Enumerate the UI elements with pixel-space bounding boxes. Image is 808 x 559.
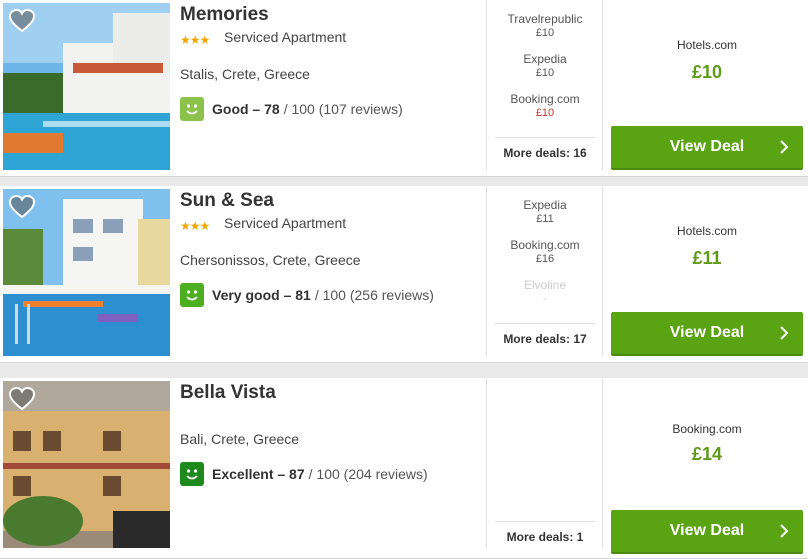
partner-prices: Expedia £11 Booking.com £16 Elvoline -: [495, 198, 595, 318]
view-deal-button[interactable]: View Deal: [611, 126, 803, 170]
hotel-photo[interactable]: [3, 381, 170, 548]
rating-label: Excellent – 87: [212, 466, 305, 482]
view-deal-label: View Deal: [669, 138, 745, 155]
partner-name: Booking.com: [510, 92, 580, 106]
accommodation-type: Serviced Apartment: [224, 215, 347, 231]
rating-label: Very good – 81: [212, 287, 311, 303]
partner-price: £10: [535, 67, 555, 79]
divider: [486, 186, 487, 356]
divider: [602, 186, 603, 356]
star-rating: ★★★: [180, 33, 210, 47]
hotel-card: Bella Vista Bali, Crete, Greece Excellen…: [0, 378, 808, 559]
review-rating[interactable]: Good – 78 / 100 (107 reviews): [180, 96, 403, 122]
partner-deal[interactable]: Expedia £10: [495, 52, 595, 92]
rating-reviews: / 100 (256 reviews): [314, 287, 434, 303]
smiley-icon: [180, 97, 204, 121]
favorite-heart-icon[interactable]: [9, 195, 35, 219]
partner-prices: Travelrepublic £10 Expedia £10 Booking.c…: [495, 12, 595, 132]
chevron-right-icon: [780, 326, 789, 340]
hotel-name[interactable]: Memories: [180, 4, 269, 26]
hotel-location: Chersonissos, Crete, Greece: [180, 252, 361, 268]
divider: [602, 0, 603, 170]
chevron-right-icon: [780, 524, 789, 538]
partner-name: Booking.com: [510, 238, 580, 252]
best-deal-price[interactable]: £14: [612, 444, 802, 465]
chevron-right-icon: [780, 140, 789, 154]
accommodation-type: Serviced Apartment: [224, 29, 347, 45]
partner-deal[interactable]: Booking.com £10: [495, 92, 595, 132]
favorite-heart-icon[interactable]: [9, 9, 35, 33]
hotel-name[interactable]: Sun & Sea: [180, 190, 274, 212]
partner-deal[interactable]: Expedia £11: [495, 198, 595, 238]
best-deal-site: Hotels.com: [676, 224, 738, 238]
partner-name: Expedia: [523, 52, 567, 66]
partner-price: £11: [536, 213, 554, 225]
partner-price: -: [543, 293, 547, 305]
star-rating: ★★★: [180, 219, 210, 233]
divider: [486, 378, 487, 548]
best-deal-price[interactable]: £10: [612, 62, 802, 83]
partner-deal: Elvoline -: [495, 278, 595, 318]
hotel-photo[interactable]: [3, 189, 170, 356]
view-deal-button[interactable]: View Deal: [611, 312, 803, 356]
rating-label: Good – 78: [212, 101, 280, 117]
hotel-location: Stalis, Crete, Greece: [180, 66, 310, 82]
hotel-card: Sun & Sea ★★★ Serviced Apartment Cherson…: [0, 186, 808, 363]
hotel-location: Bali, Crete, Greece: [180, 431, 300, 447]
divider: [602, 378, 603, 548]
best-deal-site: Booking.com: [672, 422, 742, 436]
partner-name: Expedia: [523, 198, 567, 212]
hotel-name[interactable]: Bella Vista: [180, 382, 276, 404]
divider: [486, 0, 487, 170]
best-deal-site: Hotels.com: [676, 38, 738, 52]
partner-deal[interactable]: Booking.com £16: [495, 238, 595, 278]
view-deal-label: View Deal: [669, 324, 745, 341]
more-deals-link[interactable]: More deals: 16: [495, 137, 595, 167]
more-deals-link[interactable]: More deals: 1: [495, 521, 595, 551]
hotel-card: Memories ★★★ Serviced Apartment Stalis, …: [0, 0, 808, 177]
partner-price: £10: [535, 27, 555, 39]
review-rating[interactable]: Excellent – 87 / 100 (204 reviews): [180, 461, 428, 487]
partner-deal[interactable]: Travelrepublic £10: [495, 12, 595, 52]
view-deal-label: View Deal: [669, 522, 745, 539]
partner-name: Elvoline: [523, 278, 567, 292]
hotel-results-list: Memories ★★★ Serviced Apartment Stalis, …: [0, 0, 808, 559]
smiley-icon: [180, 283, 204, 307]
rating-reviews: / 100 (204 reviews): [308, 466, 428, 482]
partner-name: Travelrepublic: [507, 12, 583, 26]
partner-price: £16: [535, 253, 555, 265]
hotel-photo[interactable]: [3, 3, 170, 170]
smiley-icon: [180, 462, 204, 486]
review-rating[interactable]: Very good – 81 / 100 (256 reviews): [180, 282, 434, 308]
best-deal-price[interactable]: £11: [612, 248, 802, 269]
rating-reviews: / 100 (107 reviews): [283, 101, 403, 117]
partner-price: £10: [535, 107, 555, 119]
view-deal-button[interactable]: View Deal: [611, 510, 803, 554]
more-deals-link[interactable]: More deals: 17: [495, 323, 595, 353]
favorite-heart-icon[interactable]: [9, 387, 35, 411]
